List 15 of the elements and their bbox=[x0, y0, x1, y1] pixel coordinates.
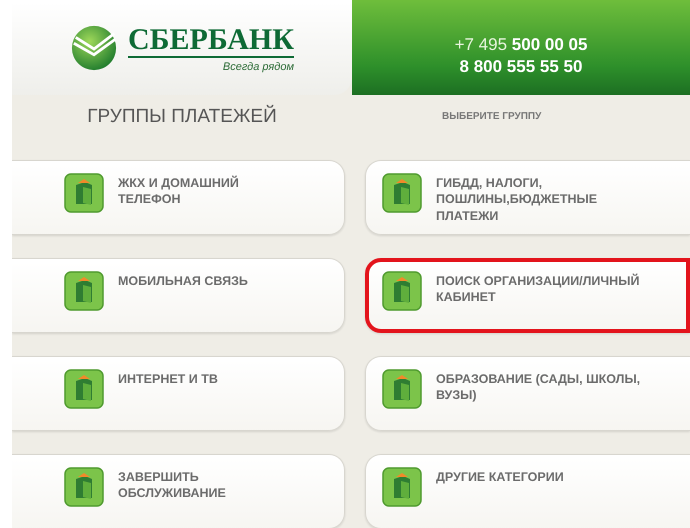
phone-number: +7 495 500 00 05 bbox=[454, 34, 588, 54]
menu-button[interactable]: ЗАВЕРШИТЬ ОБСЛУЖИВАНИЕ bbox=[12, 454, 345, 528]
phone-number: 8 800 555 55 50 bbox=[460, 56, 582, 76]
section-title: ГРУППЫ ПЛАТЕЖЕЙ bbox=[86, 106, 278, 128]
menu-button[interactable]: ГИБДД, НАЛОГИ, ПОШЛИНЫ,БЮДЖЕТНЫЕ ПЛАТЕЖИ bbox=[365, 160, 690, 235]
menu-button[interactable]: ПОИСК ОРГАНИЗАЦИИ/ЛИЧНЫЙ КАБИНЕТ bbox=[365, 258, 690, 333]
menu-button[interactable]: МОБИЛЬНАЯ СВЯЗЬ bbox=[12, 258, 345, 333]
hint-text: ВЫБЕРИТЕ ГРУППУ bbox=[442, 111, 542, 122]
menu-button[interactable]: ОБРАЗОВАНИЕ (САДЫ, ШКОЛЫ, ВУЗЫ) bbox=[365, 356, 690, 431]
logo-text: СБЕРБАНК bbox=[128, 22, 294, 58]
slogan: Всегда рядом bbox=[222, 60, 294, 72]
menu-button[interactable]: ЖКХ И ДОМАШНИЙ ТЕЛЕФОН bbox=[12, 160, 345, 235]
logo-icon bbox=[70, 24, 118, 72]
menu-button[interactable]: ДРУГИЕ КАТЕГОРИИ bbox=[365, 454, 690, 528]
menu-button[interactable]: ИНТЕРНЕТ И ТВ bbox=[12, 356, 345, 431]
